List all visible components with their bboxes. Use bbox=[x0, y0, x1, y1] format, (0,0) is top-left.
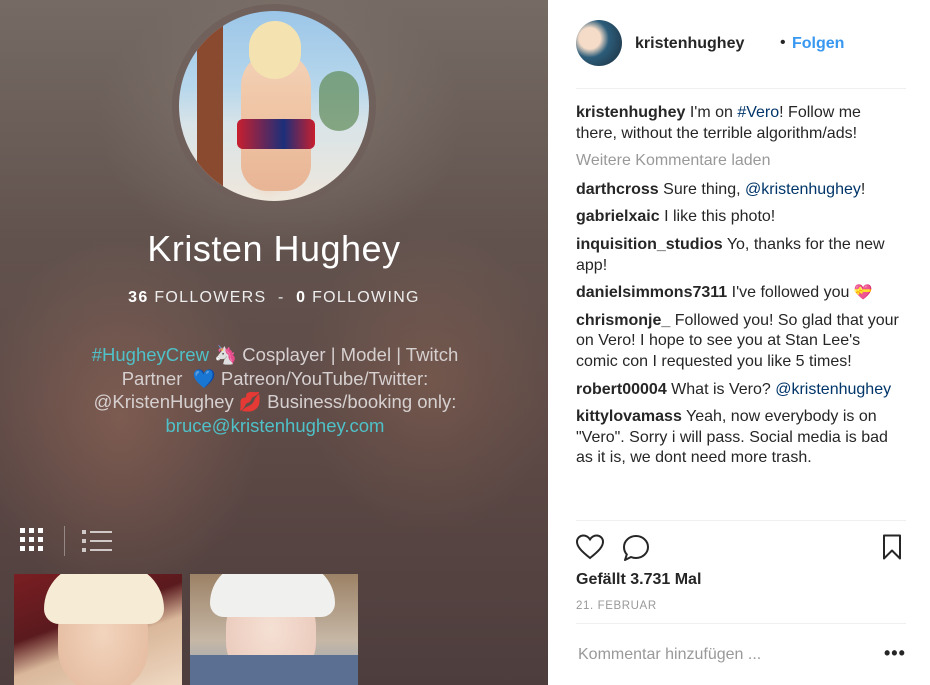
following-count: 0 bbox=[296, 289, 307, 306]
post-date: 21. FEBRUAR bbox=[576, 600, 657, 612]
comment-text-end: ! bbox=[860, 180, 866, 198]
comment-item: gabrielxaic I like this photo! bbox=[576, 207, 906, 228]
bio-hashtag[interactable]: #HugheyCrew bbox=[92, 344, 209, 365]
likes-count[interactable]: Gefällt 3.731 Mal bbox=[576, 571, 701, 589]
comment-username[interactable]: inquisition_studios bbox=[576, 236, 723, 253]
profile-bio: #HugheyCrew 🦄 Cosplayer | Model | Twitch… bbox=[70, 343, 480, 437]
caption-text-pre: I'm on bbox=[689, 104, 733, 121]
profile-avatar bbox=[179, 11, 369, 201]
vero-profile-screenshot: Kristen Hughey 36 FOLLOWERS - 0 FOLLOWIN… bbox=[0, 0, 548, 685]
comment-item: chrismonje_ Followed you! So glad that y… bbox=[576, 311, 906, 373]
comment-username[interactable]: danielsimmons7311 bbox=[576, 284, 727, 301]
kiss-emoji: 💋 bbox=[238, 391, 262, 412]
comment-mention[interactable]: @kristenhughey bbox=[745, 181, 861, 198]
blue-heart-emoji: 💙 bbox=[192, 367, 216, 389]
bio-line2a: Partner bbox=[121, 367, 183, 389]
post-actions bbox=[576, 532, 906, 564]
comments-list: kristenhughey I'm on #Vero! Follow me th… bbox=[576, 103, 906, 469]
followers-label: FOLLOWERS bbox=[154, 289, 267, 306]
caption-hashtag[interactable]: #Vero bbox=[737, 104, 779, 121]
comment-text: Sure thing, bbox=[663, 180, 741, 198]
load-more-comments-link[interactable]: Weitere Kommentare laden bbox=[576, 151, 906, 172]
comment-username[interactable]: gabrielxaic bbox=[576, 208, 660, 225]
post-caption: kristenhughey I'm on #Vero! Follow me th… bbox=[576, 103, 906, 144]
comment-username[interactable]: robert00004 bbox=[576, 381, 667, 398]
bio-line3b: Business/booking only: bbox=[267, 391, 457, 412]
stats-separator: - bbox=[278, 289, 285, 306]
bio-line1: Cosplayer | Model | Twitch bbox=[242, 344, 459, 365]
divider bbox=[576, 88, 906, 89]
toggle-divider bbox=[64, 526, 65, 556]
divider bbox=[576, 520, 906, 521]
grid-icon[interactable] bbox=[20, 528, 44, 552]
avatar[interactable] bbox=[576, 20, 622, 66]
profile-stats: 36 FOLLOWERS - 0 FOLLOWING bbox=[0, 289, 548, 307]
follow-button[interactable]: Folgen bbox=[792, 35, 844, 53]
followers-count: 36 bbox=[128, 289, 149, 306]
following-label: FOLLOWING bbox=[312, 289, 420, 306]
caption-username[interactable]: kristenhughey bbox=[576, 104, 685, 121]
comment-item: kittylovamass Yeah, now everybody is on … bbox=[576, 407, 906, 469]
comment-icon[interactable] bbox=[622, 534, 650, 562]
post-owner-username[interactable]: kristenhughey bbox=[635, 35, 744, 53]
comment-item: inquisition_studios Yo, thanks for the n… bbox=[576, 235, 906, 276]
bio-line2b: Patreon/YouTube/Twitter: bbox=[220, 367, 429, 389]
comment-item: robert00004 What is Vero? @kristenhughey bbox=[576, 380, 906, 401]
divider bbox=[576, 623, 906, 624]
unicorn-emoji: 🦄 bbox=[214, 344, 238, 365]
bio-email-link[interactable]: bruce@kristenhughey.com bbox=[166, 415, 385, 436]
post-panel: kristenhughey • Folgen kristenhughey I'm… bbox=[548, 0, 930, 685]
bookmark-icon[interactable] bbox=[882, 534, 902, 560]
header-dot: • bbox=[780, 34, 786, 51]
add-comment-input[interactable]: Kommentar hinzufügen ... bbox=[578, 646, 761, 664]
photo-tile[interactable] bbox=[190, 574, 358, 685]
comment-text: What is Vero? bbox=[671, 380, 771, 398]
comment-mention[interactable]: @kristenhughey bbox=[775, 381, 891, 398]
more-options-icon[interactable]: ••• bbox=[884, 643, 906, 664]
gift-heart-emoji: 💝 bbox=[853, 284, 873, 302]
comment-username[interactable]: kittylovamass bbox=[576, 408, 682, 425]
comment-text: I like this photo! bbox=[664, 208, 776, 226]
heart-icon[interactable] bbox=[576, 534, 604, 560]
list-icon[interactable] bbox=[82, 529, 112, 553]
comment-username[interactable]: darthcross bbox=[576, 181, 659, 198]
bio-handle: @KristenHughey bbox=[93, 391, 234, 412]
profile-name: Kristen Hughey bbox=[147, 228, 401, 269]
comment-username[interactable]: chrismonje_ bbox=[576, 312, 670, 329]
post-header: kristenhughey • Folgen bbox=[576, 20, 906, 68]
comment-item: darthcross Sure thing, @kristenhughey! bbox=[576, 180, 906, 201]
photo-tile[interactable] bbox=[14, 574, 182, 685]
comment-item: danielsimmons7311 I've followed you 💝 bbox=[576, 283, 906, 304]
comment-text: I've followed you bbox=[731, 284, 850, 302]
